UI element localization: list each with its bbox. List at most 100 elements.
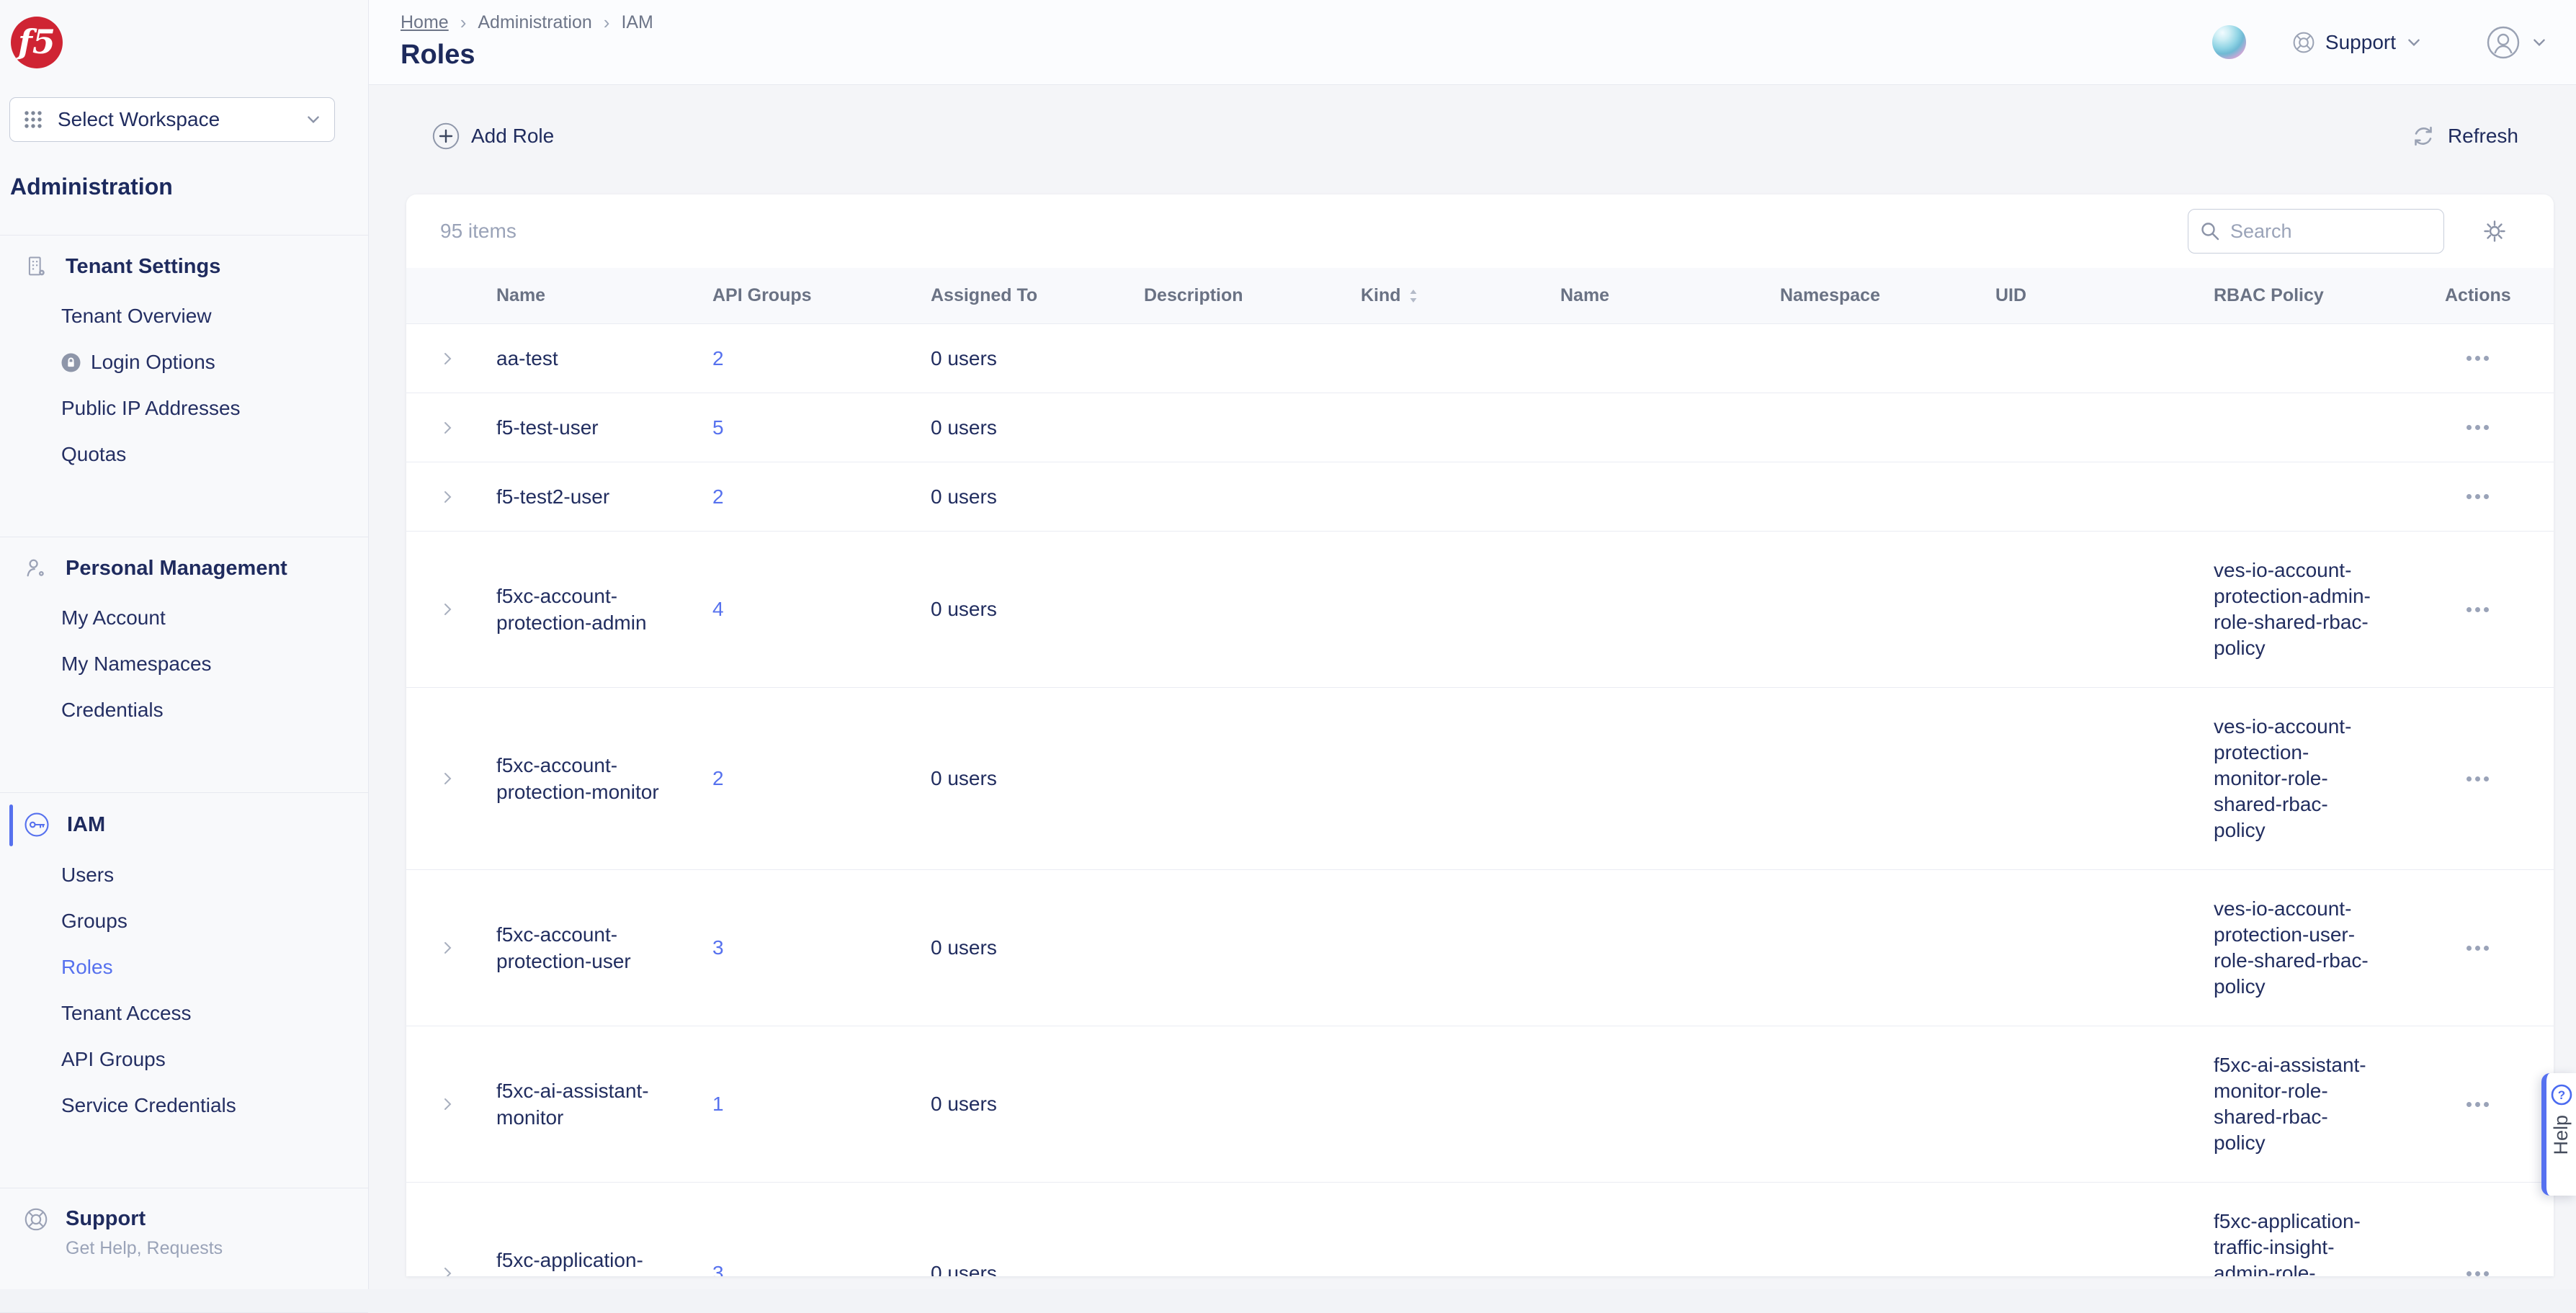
chevron-right-icon (440, 771, 456, 787)
sidebar-item-public-ip-addresses[interactable]: Public IP Addresses (61, 385, 354, 431)
add-role-label: Add Role (471, 125, 554, 148)
breadcrumb-home[interactable]: Home (401, 12, 449, 33)
breadcrumb-separator: › (604, 12, 610, 34)
sidebar-item-groups[interactable]: Groups (61, 898, 354, 944)
column-header-uid[interactable]: UID (1995, 285, 2214, 306)
section-header-tenant-settings[interactable]: Tenant Settings (24, 254, 354, 279)
sidebar: f5 Select Workspace Administration (0, 0, 369, 1289)
row-expand-button[interactable] (406, 601, 496, 617)
rbac-policy (2214, 416, 2445, 439)
sidebar-item-label: Tenant Access (61, 1002, 192, 1025)
section-header-iam[interactable]: IAM (24, 812, 354, 838)
ai-assistant-sphere-icon[interactable] (2212, 25, 2246, 59)
section-label: Tenant Settings (66, 255, 220, 279)
refresh-button[interactable]: Refresh (2410, 123, 2518, 149)
sidebar-item-tenant-access[interactable]: Tenant Access (61, 990, 354, 1036)
breadcrumb-administration[interactable]: Administration (478, 12, 591, 33)
column-header-description[interactable]: Description (1144, 285, 1361, 306)
row-actions-button[interactable] (2445, 946, 2553, 951)
chevron-right-icon (440, 940, 456, 956)
support-menu[interactable]: Support (2292, 31, 2422, 54)
row-expand-button[interactable] (406, 940, 496, 956)
row-actions-button[interactable] (2445, 356, 2553, 361)
sidebar-item-roles[interactable]: Roles (61, 944, 354, 990)
sidebar-item-service-credentials[interactable]: Service Credentials (61, 1083, 354, 1129)
column-header-namespace[interactable]: Namespace (1780, 285, 1995, 306)
support-menu-label: Support (2325, 31, 2396, 54)
user-gear-icon (24, 556, 48, 581)
plus-circle-icon (432, 122, 460, 150)
row-actions-button[interactable] (2445, 776, 2553, 781)
table-settings-button[interactable] (2480, 217, 2509, 246)
question-icon: ? (2550, 1083, 2573, 1106)
row-actions-button[interactable] (2445, 425, 2553, 430)
sidebar-item-my-namespaces[interactable]: My Namespaces (61, 641, 354, 687)
main-content: Home › Administration › IAM Roles (369, 0, 2576, 1289)
search-input[interactable] (2188, 209, 2444, 254)
column-header-rbac-policy[interactable]: RBAC Policy (2214, 285, 2445, 306)
f5-logo[interactable]: f5 (10, 16, 63, 69)
api-groups-link[interactable]: 3 (712, 936, 724, 959)
search-box (2188, 209, 2444, 254)
assigned-to: 0 users (931, 347, 1144, 370)
api-groups-link[interactable]: 1 (712, 1093, 724, 1115)
row-actions-button[interactable] (2445, 1102, 2553, 1107)
sidebar-item-users[interactable]: Users (61, 852, 354, 898)
table-row: f5xc-application-traffic-insight-admin 3… (406, 1182, 2554, 1276)
column-header-name2[interactable]: Name (1560, 285, 1780, 306)
sidebar-item-label: Roles (61, 956, 113, 979)
row-expand-button[interactable] (406, 1096, 496, 1112)
sidebar-title: Administration (10, 174, 368, 200)
api-groups-link[interactable]: 2 (712, 767, 724, 789)
sidebar-item-tenant-overview[interactable]: Tenant Overview (61, 293, 354, 339)
sidebar-item-credentials[interactable]: Credentials (61, 687, 354, 733)
sidebar-support[interactable]: Support Get Help, Requests (0, 1188, 368, 1278)
section-header-personal-management[interactable]: Personal Management (24, 556, 354, 581)
add-role-button[interactable]: Add Role (432, 122, 554, 150)
assigned-to: 0 users (931, 767, 1144, 790)
sidebar-item-label: API Groups (61, 1048, 166, 1071)
api-groups-link[interactable]: 2 (712, 485, 724, 508)
lock-icon (61, 353, 81, 372)
sidebar-item-api-groups[interactable]: API Groups (61, 1036, 354, 1083)
assigned-to: 0 users (931, 936, 1144, 959)
assigned-to: 0 users (931, 416, 1144, 439)
row-actions-button[interactable] (2445, 494, 2553, 499)
column-header-kind[interactable]: Kind (1361, 285, 1560, 306)
api-groups-link[interactable]: 5 (712, 416, 724, 439)
api-groups-link[interactable]: 2 (712, 347, 724, 369)
row-actions-button[interactable] (2445, 1271, 2553, 1276)
api-groups-link[interactable]: 3 (712, 1262, 724, 1276)
row-expand-button[interactable] (406, 489, 496, 505)
support-sublabel: Get Help, Requests (66, 1238, 223, 1259)
row-expand-button[interactable] (406, 1265, 496, 1276)
sidebar-item-my-account[interactable]: My Account (61, 595, 354, 641)
sort-icon (1408, 288, 1418, 304)
api-groups-link[interactable]: 4 (712, 598, 724, 620)
sidebar-item-login-options[interactable]: Login Options (61, 339, 354, 385)
sidebar-item-quotas[interactable]: Quotas (61, 431, 354, 478)
api-groups-count: 4 (712, 598, 931, 621)
sidebar-item-label: Public IP Addresses (61, 397, 241, 420)
toolbar: Add Role Refresh (432, 122, 2518, 150)
help-tab[interactable]: ? Help (2541, 1073, 2576, 1196)
column-header-actions: Actions (2445, 285, 2553, 306)
workspace-selector[interactable]: Select Workspace (9, 97, 335, 142)
account-menu[interactable] (2487, 26, 2547, 59)
top-header: Home › Administration › IAM Roles (369, 0, 2576, 85)
breadcrumb-iam[interactable]: IAM (621, 12, 653, 33)
role-name: f5-test2-user (496, 483, 712, 510)
column-header-name[interactable]: Name (496, 285, 712, 306)
table-row: f5xc-account-protection-user 3 0 users v… (406, 869, 2554, 1026)
rbac-policy: f5xc-application-traffic-insight-admin-r… (2214, 1209, 2445, 1276)
row-expand-button[interactable] (406, 420, 496, 436)
table-row: f5-test-user 5 0 users (406, 393, 2554, 462)
row-expand-button[interactable] (406, 351, 496, 367)
table-header-row: Name API Groups Assigned To Description … (406, 268, 2554, 323)
row-actions-button[interactable] (2445, 607, 2553, 612)
column-header-api-groups[interactable]: API Groups (712, 285, 931, 306)
column-header-assigned-to[interactable]: Assigned To (931, 285, 1144, 306)
row-expand-button[interactable] (406, 771, 496, 787)
support-label: Support (66, 1207, 223, 1231)
role-name: f5xc-account-protection-admin (496, 583, 712, 636)
